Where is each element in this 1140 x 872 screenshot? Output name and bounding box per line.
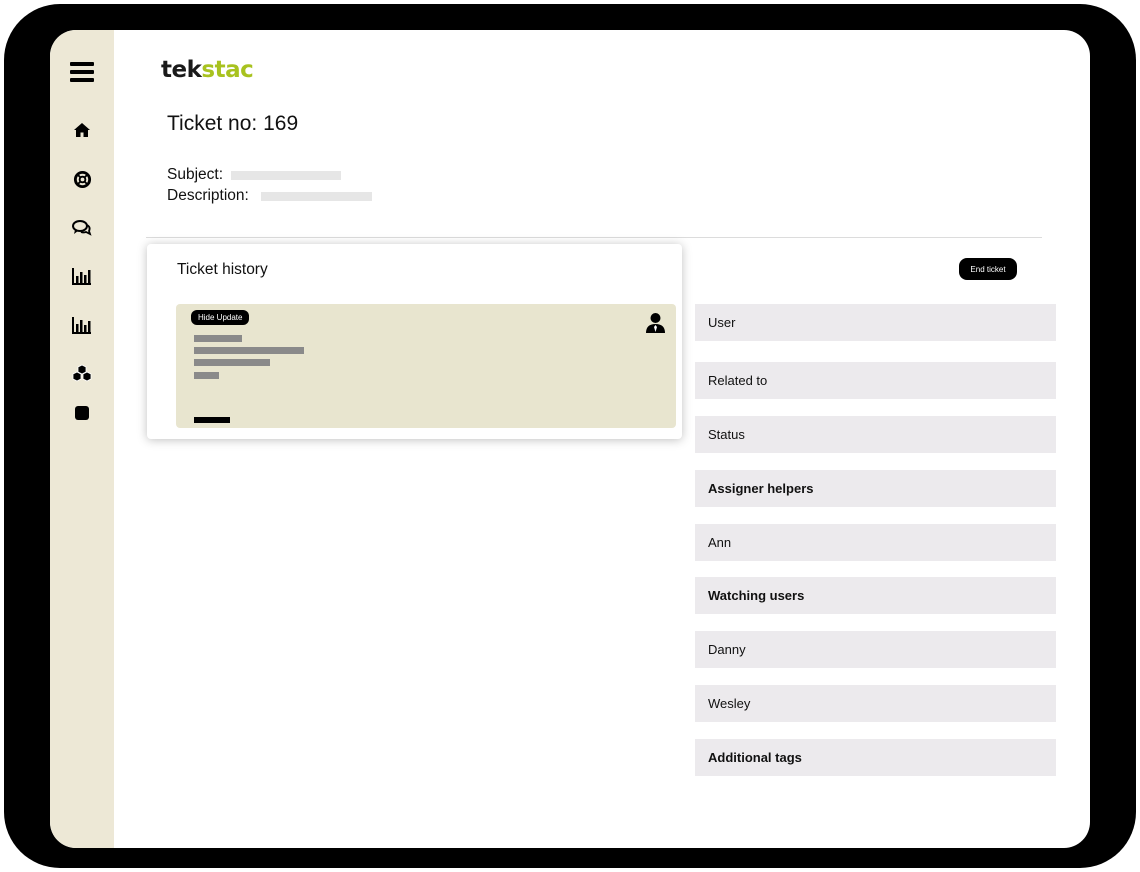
page-title: Ticket no: 169 (167, 112, 299, 135)
home-icon[interactable] (68, 116, 96, 144)
device-frame: tekstac Ticket no: 169 Subject: Descript… (4, 4, 1136, 868)
lifebuoy-icon[interactable] (68, 165, 96, 193)
square-icon[interactable] (68, 399, 96, 427)
divider (146, 237, 1042, 238)
detail-header-assigner-helpers: Assigner helpers (695, 470, 1056, 507)
end-ticket-button[interactable]: End ticket (959, 258, 1017, 280)
bar-chart-icon[interactable] (68, 262, 96, 290)
update-text-line (194, 335, 242, 342)
description-label: Description: (167, 187, 249, 204)
cubes-icon[interactable] (68, 359, 96, 387)
detail-header-additional-tags: Additional tags (695, 739, 1056, 776)
subject-row: Subject: (167, 166, 342, 184)
logo-text-dark: tek (161, 57, 202, 83)
user-avatar-icon (646, 312, 665, 338)
app-logo: tekstac (161, 57, 254, 83)
detail-row-watcher[interactable]: Wesley (695, 685, 1056, 722)
detail-row-watcher[interactable]: Danny (695, 631, 1056, 668)
app-screen: tekstac Ticket no: 169 Subject: Descript… (50, 30, 1090, 848)
logo-text-accent: stac (201, 57, 254, 83)
hide-update-button[interactable]: Hide Update (191, 310, 250, 325)
subject-label: Subject: (167, 166, 224, 183)
detail-row-status[interactable]: Status (695, 416, 1056, 453)
update-text-line (194, 372, 219, 379)
update-text-line (194, 359, 270, 366)
update-text-line (194, 347, 304, 354)
detail-row-related-to[interactable]: Related to (695, 362, 1056, 399)
chat-icon[interactable] (68, 214, 96, 242)
bar-chart-icon[interactable] (68, 311, 96, 339)
update-footer-bar (194, 417, 230, 423)
sidebar (50, 30, 114, 848)
description-row: Description: (167, 187, 372, 205)
detail-row-helper[interactable]: Ann (695, 524, 1056, 561)
detail-header-watching-users: Watching users (695, 577, 1056, 614)
ticket-history-card: Ticket history Hide Update (147, 244, 682, 439)
update-entry: Hide Update (176, 304, 676, 428)
subject-value (231, 170, 342, 180)
ticket-history-title: Ticket history (177, 261, 268, 278)
description-value (260, 191, 372, 201)
menu-icon[interactable] (68, 58, 96, 86)
detail-row-user[interactable]: User (695, 304, 1056, 341)
